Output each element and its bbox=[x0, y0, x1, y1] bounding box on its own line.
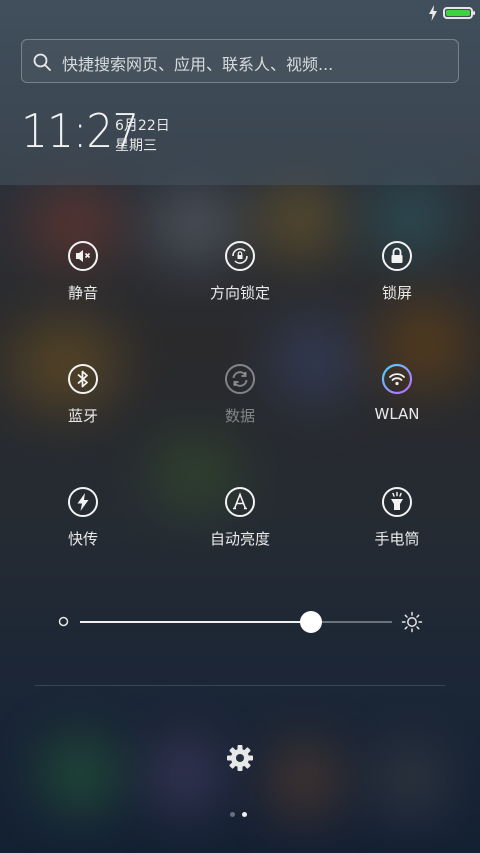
wallpaper-blob bbox=[150, 740, 220, 810]
clock-date: 6月22日 星期三 bbox=[115, 116, 170, 156]
orientation-lock-icon bbox=[225, 241, 255, 271]
date-label: 6月22日 bbox=[115, 118, 170, 134]
bluetooth-icon bbox=[68, 364, 98, 394]
toggle-flashlight[interactable]: 手电筒 bbox=[337, 486, 457, 566]
toggle-label: 蓝牙 bbox=[67, 407, 98, 425]
toggle-label: 方向锁定 bbox=[209, 284, 270, 302]
search-box[interactable]: 快捷搜索网页、应用、联系人、视频... bbox=[21, 39, 459, 83]
auto-brightness-icon bbox=[225, 487, 255, 517]
page-indicator bbox=[230, 812, 250, 818]
search-icon bbox=[33, 53, 51, 71]
toggle-label: WLAN bbox=[374, 405, 420, 423]
page-dot bbox=[242, 812, 247, 817]
toggle-auto-brightness[interactable]: 自动亮度 bbox=[180, 486, 300, 566]
battery-icon bbox=[443, 7, 475, 19]
brightness-slider-thumb[interactable] bbox=[299, 611, 322, 633]
toggle-label: 静音 bbox=[67, 284, 98, 302]
toggle-lock-screen[interactable]: 锁屏 bbox=[337, 240, 457, 320]
wallpaper-blob bbox=[270, 745, 340, 815]
toggle-mute[interactable]: 静音 bbox=[23, 240, 143, 320]
toggle-wlan[interactable]: WLAN bbox=[337, 363, 457, 443]
wallpaper-blob bbox=[45, 740, 115, 810]
brightness-slider[interactable] bbox=[80, 621, 392, 623]
toggle-label: 锁屏 bbox=[381, 284, 412, 302]
wifi-icon bbox=[381, 363, 413, 395]
wallpaper-blob bbox=[375, 745, 445, 815]
settings-gear-icon[interactable] bbox=[225, 743, 255, 773]
charging-icon bbox=[429, 5, 437, 21]
toggle-quick-transfer[interactable]: 快传 bbox=[23, 486, 143, 566]
toggle-bluetooth[interactable]: 蓝牙 bbox=[23, 363, 143, 443]
quick-transfer-icon bbox=[68, 487, 98, 517]
search-placeholder[interactable]: 快捷搜索网页、应用、联系人、视频... bbox=[62, 51, 333, 75]
lock-icon bbox=[382, 241, 412, 271]
data-icon bbox=[225, 364, 255, 394]
mute-icon bbox=[68, 241, 98, 271]
toggle-label: 快传 bbox=[67, 530, 98, 548]
toggle-label: 数据 bbox=[224, 407, 255, 425]
flashlight-icon bbox=[382, 487, 412, 517]
brightness-low-icon bbox=[58, 616, 69, 627]
brightness-high-icon bbox=[401, 611, 423, 633]
divider bbox=[35, 685, 445, 686]
toggle-mobile-data[interactable]: 数据 bbox=[180, 363, 300, 443]
status-bar bbox=[0, 0, 480, 28]
toggle-label: 自动亮度 bbox=[209, 530, 270, 548]
page-dot bbox=[230, 812, 235, 817]
weekday-label: 星期三 bbox=[115, 138, 157, 154]
toggle-label: 手电筒 bbox=[374, 530, 420, 548]
toggle-orientation-lock[interactable]: 方向锁定 bbox=[180, 240, 300, 320]
